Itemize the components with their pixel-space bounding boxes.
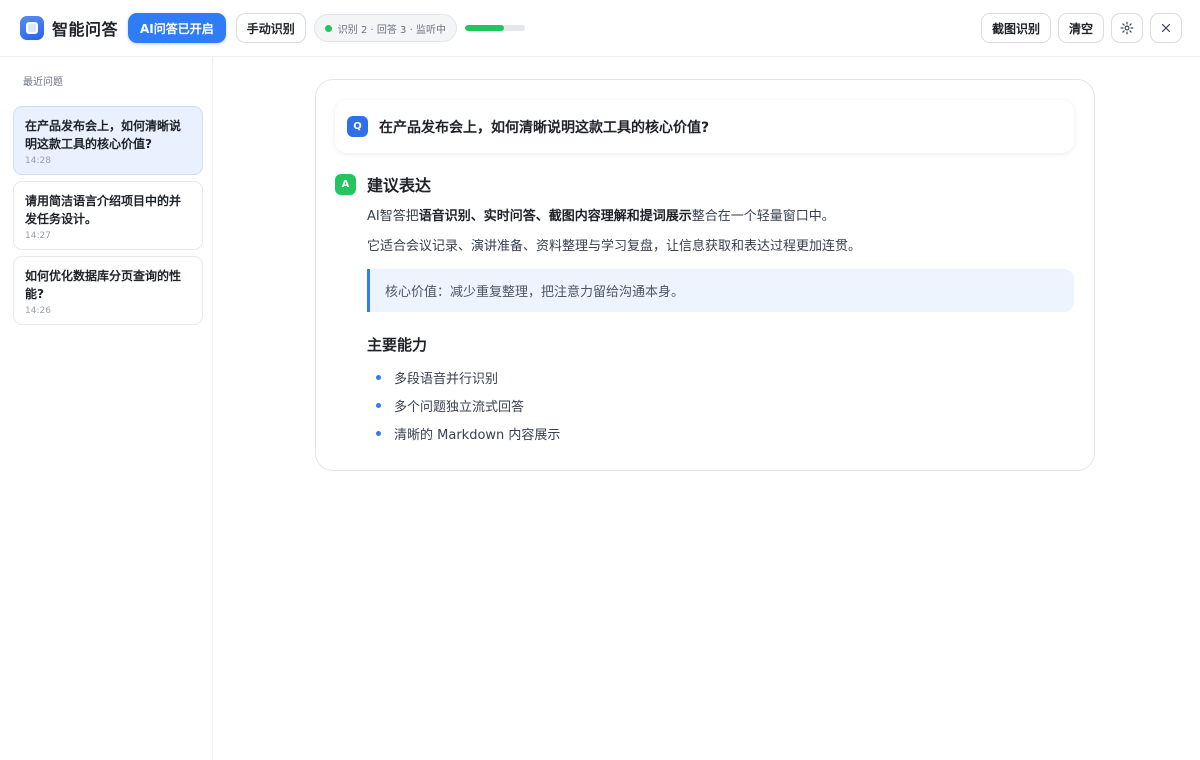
history-time: 14:27 bbox=[25, 231, 51, 241]
status-badge: 识别 2 · 回答 3 · 监听中 bbox=[313, 14, 457, 42]
question-box: Q 在产品发布会上，如何清晰说明这款工具的核心价值? bbox=[335, 100, 1074, 153]
question-badge: Q bbox=[347, 116, 368, 137]
core-value-quote: 核心价值：减少重复整理，把注意力留给沟通本身。 bbox=[367, 269, 1074, 312]
answer-card: Q 在产品发布会上，如何清晰说明这款工具的核心价值? A 建议表达 AI智答把语… bbox=[315, 79, 1095, 471]
screenshot-recognize-button[interactable]: 截图识别 bbox=[980, 13, 1051, 43]
answer-badge: A bbox=[335, 173, 356, 195]
close-button[interactable] bbox=[1150, 13, 1182, 43]
section-title: 主要能力 bbox=[367, 336, 428, 354]
list-item: 多段语音并行识别 bbox=[367, 363, 1074, 391]
answer-title: 建议表达 bbox=[367, 176, 432, 195]
listening-status-dot bbox=[324, 24, 332, 32]
list-item-text: 多段语音并行识别 bbox=[394, 371, 499, 387]
top-toolbar: 智能问答 AI问答已开启 手动识别 识别 2 · 回答 3 · 监听中 截图识别… bbox=[0, 0, 1200, 57]
capability-list: 多段语音并行识别 多个问题独立流式回答 清晰的 Markdown 内容展示 bbox=[367, 363, 1074, 447]
history-time: 14:26 bbox=[25, 306, 51, 316]
close-icon bbox=[1161, 23, 1171, 33]
history-time: 14:28 bbox=[25, 156, 51, 166]
answer-paragraph: 它适合会议记录、演讲准备、资料整理与学习复盘，让信息获取和表达过程更加连贯。 bbox=[367, 239, 862, 254]
history-question: 如何优化数据库分页查询的性能? bbox=[25, 269, 182, 301]
recent-questions-sidebar: 最近问题 在产品发布会上，如何清晰说明这款工具的核心价值? 14:28 请用简洁… bbox=[0, 57, 213, 760]
app-title: 智能问答 bbox=[52, 20, 119, 39]
history-item[interactable]: 在产品发布会上，如何清晰说明这款工具的核心价值? 14:28 bbox=[13, 106, 203, 175]
question-text: 在产品发布会上，如何清晰说明这款工具的核心价值? bbox=[379, 119, 710, 136]
answer-header: A 建议表达 bbox=[335, 172, 1074, 196]
clear-button[interactable]: 清空 bbox=[1057, 13, 1104, 43]
history-item[interactable]: 如何优化数据库分页查询的性能? 14:26 bbox=[13, 256, 203, 325]
bullet-dot bbox=[376, 430, 381, 436]
answer-paragraph: AI智答把语音识别、实时问答、截图内容理解和提词展示整合在一个轻量窗口中。 bbox=[367, 208, 1074, 226]
status-text: 识别 2 · 回答 3 · 监听中 bbox=[337, 24, 446, 36]
sidebar-heading: 最近问题 bbox=[23, 77, 63, 88]
history-item[interactable]: 请用简洁语言介绍项目中的并发任务设计。 14:27 bbox=[13, 181, 203, 250]
gear-icon bbox=[1120, 21, 1134, 35]
audio-level-bar bbox=[464, 25, 525, 31]
bullet-dot bbox=[376, 374, 381, 380]
history-question: 在产品发布会上，如何清晰说明这款工具的核心价值? bbox=[25, 119, 182, 151]
history-question: 请用简洁语言介绍项目中的并发任务设计。 bbox=[25, 194, 182, 226]
settings-button[interactable] bbox=[1111, 13, 1143, 43]
bullet-dot bbox=[376, 402, 381, 408]
list-item: 清晰的 Markdown 内容展示 bbox=[367, 419, 1074, 447]
paragraph-suffix: 整合在一个轻量窗口中。 bbox=[691, 209, 835, 224]
audio-level-fill bbox=[464, 25, 504, 31]
paragraph-prefix: AI智答把 bbox=[367, 209, 419, 224]
list-item-text: 清晰的 Markdown 内容展示 bbox=[394, 427, 561, 443]
list-item: 多个问题独立流式回答 bbox=[367, 391, 1074, 419]
ai-qa-toggle-button[interactable]: AI问答已开启 bbox=[128, 13, 226, 43]
paragraph-highlight: 语音识别、实时问答、截图内容理解和提词展示 bbox=[418, 209, 692, 224]
app-logo-icon bbox=[20, 16, 44, 40]
answer-body: AI智答把语音识别、实时问答、截图内容理解和提词展示整合在一个轻量窗口中。 它适… bbox=[367, 208, 1074, 447]
manual-recognize-button[interactable]: 手动识别 bbox=[235, 13, 306, 43]
list-item-text: 多个问题独立流式回答 bbox=[394, 399, 525, 415]
